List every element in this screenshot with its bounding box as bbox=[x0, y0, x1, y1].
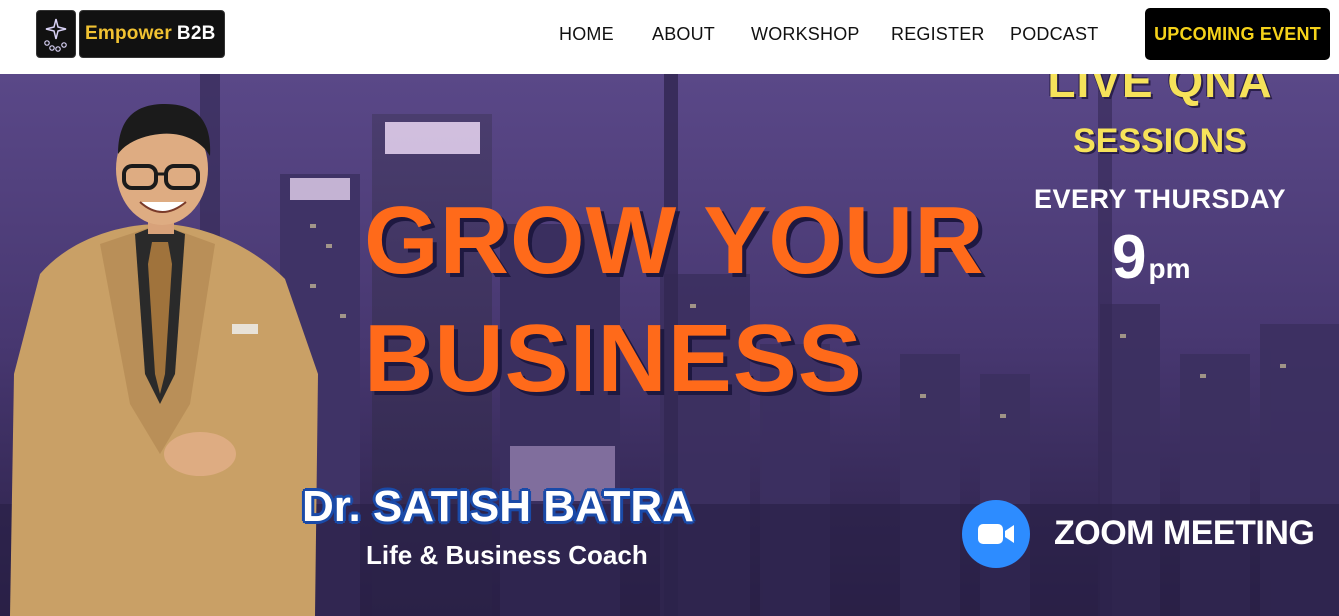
hero-banner: GROW YOUR BUSINESS LIVE QNA SESSIONS EVE… bbox=[0, 74, 1339, 616]
coach-portrait bbox=[10, 104, 318, 616]
hero-headline: GROW YOUR BUSINESS bbox=[364, 182, 985, 418]
nav-register[interactable]: REGISTER bbox=[891, 24, 985, 45]
site-logo[interactable]: Empower B2B bbox=[36, 10, 225, 58]
qna-time-unit: pm bbox=[1148, 253, 1191, 284]
nav-workshop[interactable]: WORKSHOP bbox=[751, 24, 860, 45]
site-header: Empower B2B HOME ABOUT WORKSHOP REGISTER… bbox=[0, 0, 1339, 74]
qna-sessions: SESSIONS bbox=[1073, 122, 1247, 160]
logo-sparkle-icon bbox=[36, 10, 76, 58]
zoom-meeting-label: ZOOM MEETING bbox=[1054, 514, 1315, 552]
nav-podcast[interactable]: PODCAST bbox=[1010, 24, 1098, 45]
headline-line-1: GROW YOUR bbox=[364, 187, 985, 294]
coach-name: Dr. SATISH BATRA bbox=[302, 482, 694, 531]
video-camera-icon bbox=[962, 500, 1030, 568]
upcoming-event-button[interactable]: UPCOMING EVENT bbox=[1145, 8, 1330, 60]
qna-time: 9pm bbox=[1112, 222, 1190, 293]
nav-home[interactable]: HOME bbox=[559, 24, 614, 45]
logo-text: Empower bbox=[85, 23, 172, 44]
logo-wordmark: Empower B2B bbox=[79, 10, 225, 58]
nav-about[interactable]: ABOUT bbox=[652, 24, 715, 45]
qna-title: LIVE QNA bbox=[1047, 74, 1273, 107]
logo-suffix: B2B bbox=[176, 23, 216, 44]
qna-day: EVERY THURSDAY bbox=[1033, 184, 1287, 214]
qna-time-number: 9 bbox=[1112, 223, 1147, 292]
coach-role: Life & Business Coach bbox=[366, 540, 648, 570]
headline-line-2: BUSINESS bbox=[364, 305, 863, 412]
